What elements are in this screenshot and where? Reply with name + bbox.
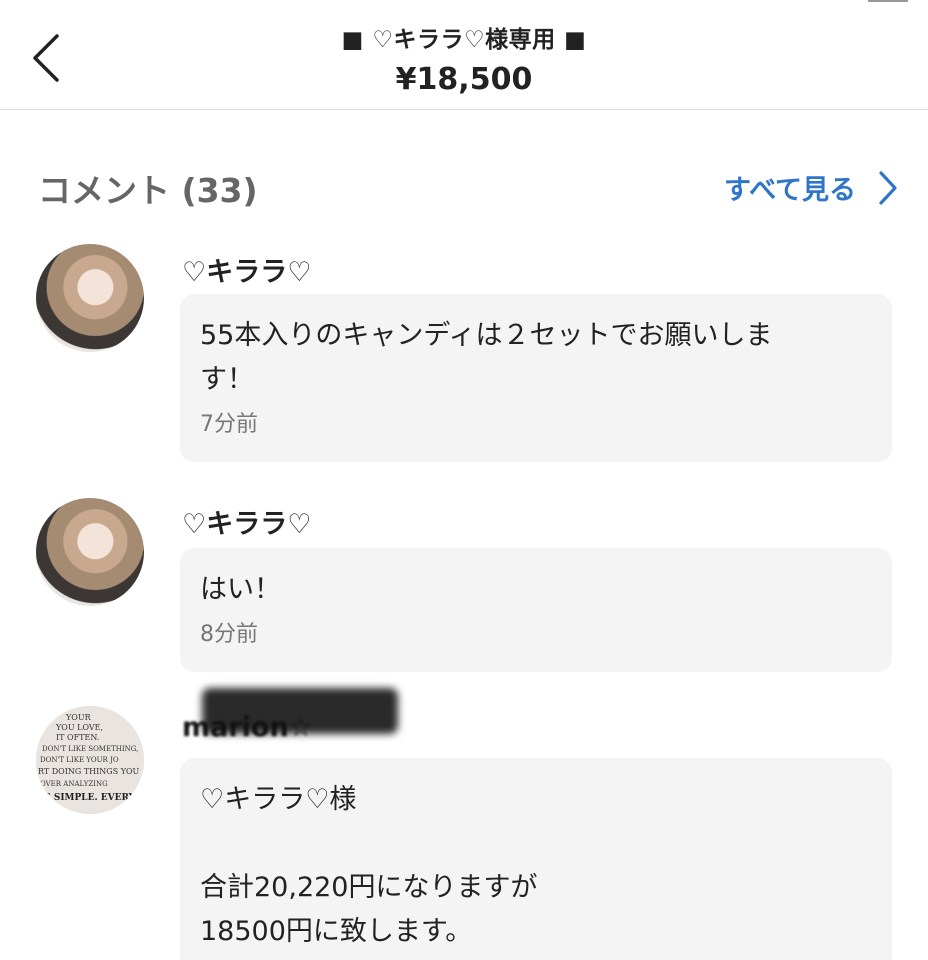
svg-text:IS SIMPLE. EVERY: IS SIMPLE. EVERY <box>40 793 136 803</box>
comments-header: コメント (33) すべて見る <box>38 164 898 210</box>
comment-time: 7分前 <box>200 412 258 437</box>
comment-text: 55本入りのキャンディは２セットでお願いしま す！ <box>200 320 773 395</box>
svg-text:YOU LOVE,: YOU LOVE, <box>55 723 103 732</box>
text-collage-image: YOUR YOU LOVE, IT OFTEN. DON'T LIKE SOME… <box>36 706 144 814</box>
svg-text:YOUR: YOUR <box>65 713 92 722</box>
comment-bubble: 55本入りのキャンディは２セットでお願いしま す！ 7分前 <box>180 294 892 462</box>
item-price: ¥18,500 <box>395 62 533 97</box>
comment-item: ♡キララ♡ 55本入りのキャンディは２セットでお願いしま す！ 7分前 <box>36 244 896 464</box>
svg-text:DON'T LIKE SOMETHING,: DON'T LIKE SOMETHING, <box>42 745 138 753</box>
comment-time: 8分前 <box>200 622 258 647</box>
comment-bubble: ♡キララ♡様 合計20,220円になりますが 18500円に致します。 <box>180 758 892 960</box>
comment-item: YOUR YOU LOVE, IT OFTEN. DON'T LIKE SOME… <box>36 688 896 960</box>
chevron-right-icon <box>879 170 897 205</box>
comment-username[interactable]: ♡キララ♡ <box>182 502 311 541</box>
comment-username[interactable]: marion☆ <box>182 712 313 743</box>
svg-text:DON'T LIKE YOUR JO: DON'T LIKE YOUR JO <box>40 756 119 764</box>
comment-bubble: はい！ 8分前 <box>180 548 892 672</box>
svg-text:IT OFTEN.: IT OFTEN. <box>56 733 99 742</box>
comment-text: はい！ <box>200 574 281 605</box>
see-all-label: すべて見る <box>723 175 856 206</box>
svg-text:OVER ANALYZING: OVER ANALYZING <box>40 780 108 788</box>
comment-item: ♡キララ♡ はい！ 8分前 <box>36 498 896 674</box>
comment-username[interactable]: ♡キララ♡ <box>182 250 311 289</box>
see-all-link[interactable]: すべて見る <box>724 168 898 207</box>
avatar[interactable]: YOUR YOU LOVE, IT OFTEN. DON'T LIKE SOME… <box>36 706 144 814</box>
avatar[interactable] <box>36 244 144 352</box>
comment-text: ♡キララ♡様 合計20,220円になりますが 18500円に致します。 <box>200 784 538 947</box>
status-bar-edge <box>868 0 908 2</box>
top-bar: ■ ♡キララ♡様専用 ■ ¥18,500 <box>0 0 928 110</box>
svg-text:RT DOING THINGS YOU: RT DOING THINGS YOU <box>38 767 140 776</box>
comments-title: コメント (33) <box>38 171 258 210</box>
item-title: ■ ♡キララ♡様専用 ■ <box>341 27 587 53</box>
avatar[interactable] <box>36 498 144 606</box>
header-center: ■ ♡キララ♡様専用 ■ ¥18,500 <box>0 20 928 97</box>
